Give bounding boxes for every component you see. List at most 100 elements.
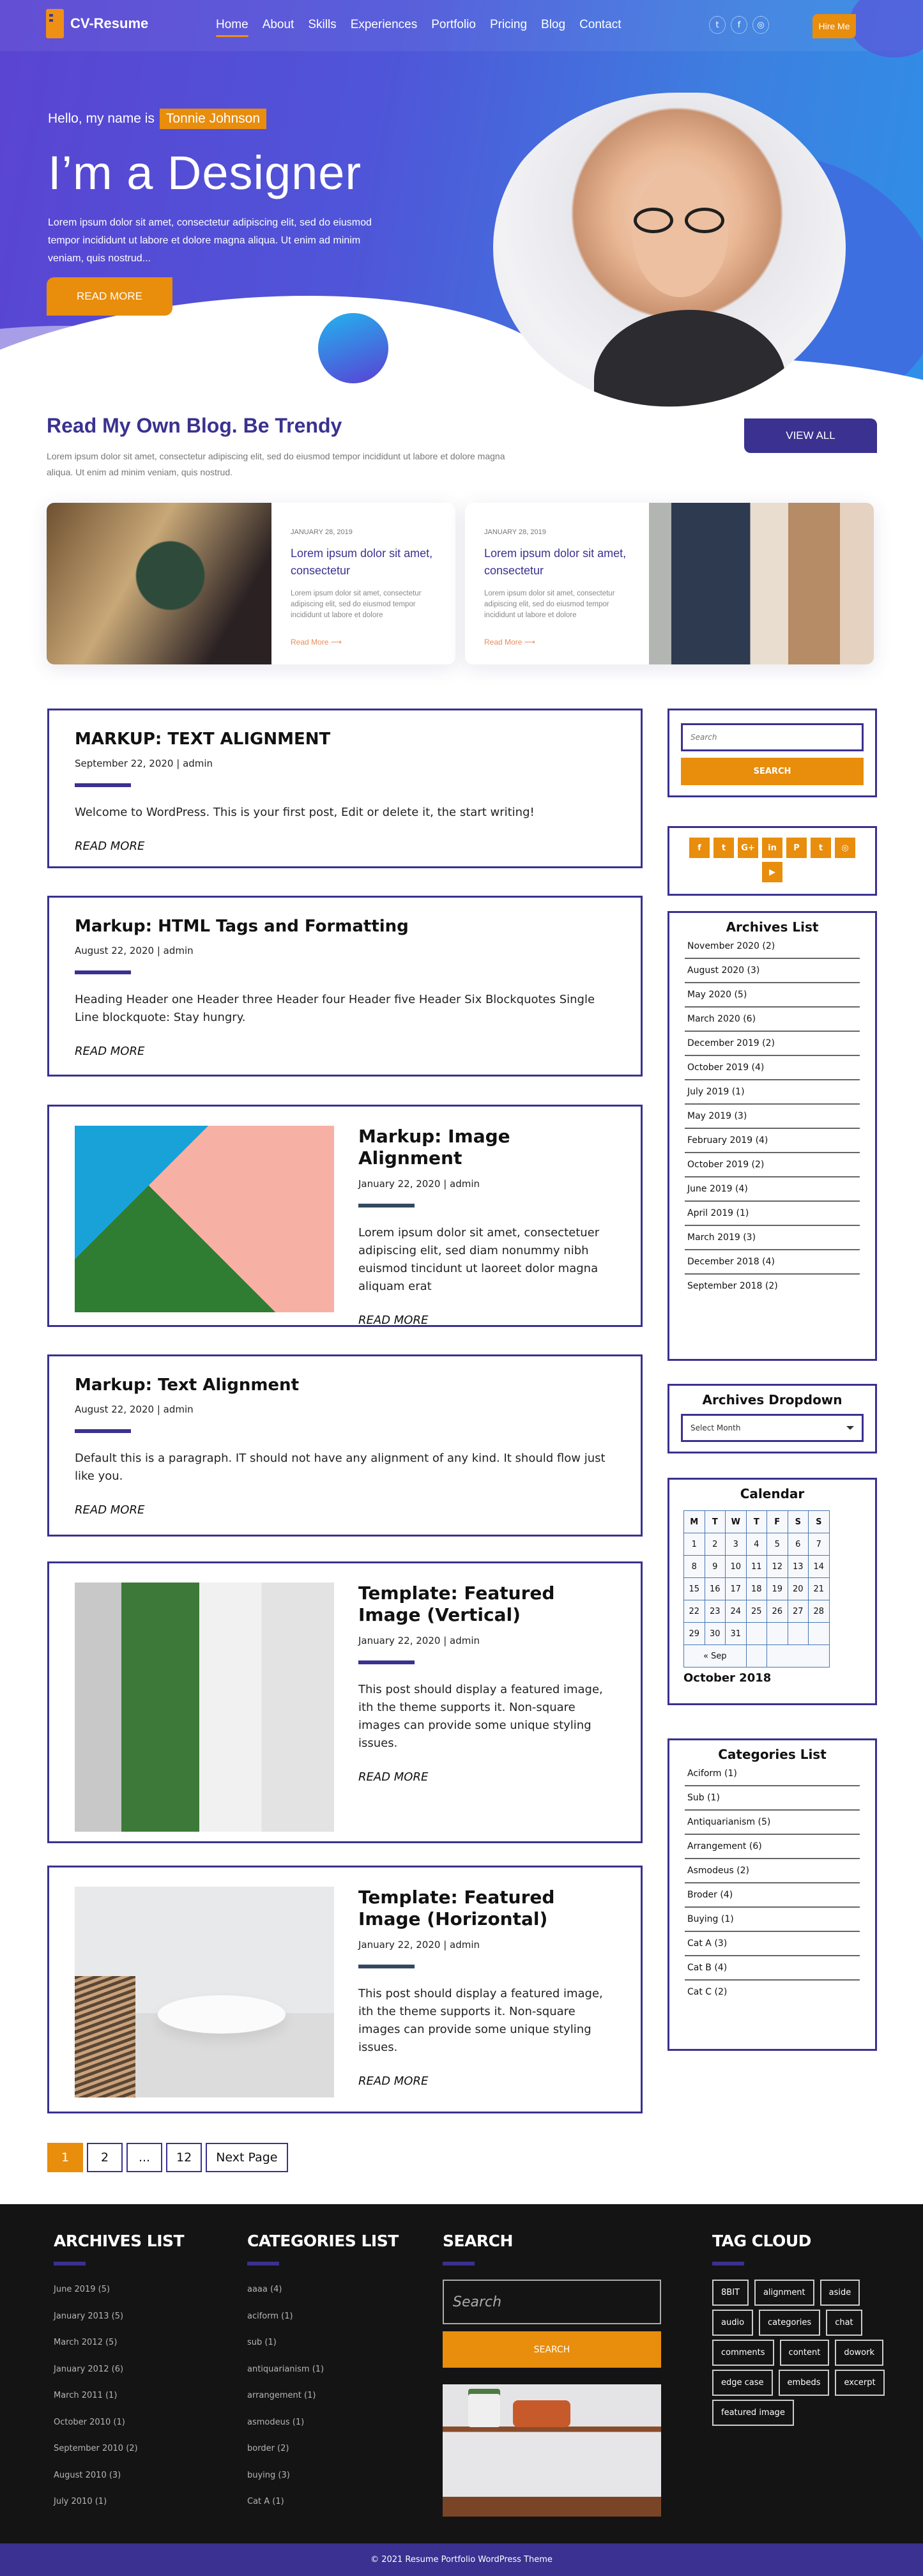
post-image-headphones[interactable]	[75, 1126, 334, 1312]
category-link[interactable]: Buying (1)	[685, 1908, 860, 1932]
category-link[interactable]: Sub (1)	[685, 1786, 860, 1811]
archive-link[interactable]: December 2019 (2)	[685, 1032, 860, 1056]
post-title[interactable]: Markup: HTML Tags and Formatting	[75, 917, 615, 936]
tag-link[interactable]: comments	[712, 2340, 774, 2366]
archive-link[interactable]: July 2019 (1)	[685, 1080, 860, 1105]
footer-category-link[interactable]: Cat A (1)	[247, 2497, 399, 2524]
archive-link[interactable]: March 2019 (3)	[685, 1226, 860, 1250]
google-plus-icon[interactable]: G+	[738, 838, 758, 858]
featured-post-image-computer[interactable]	[649, 503, 874, 664]
post-title[interactable]: Markup: Text Alignment	[75, 1376, 615, 1395]
nav-blog[interactable]: Blog	[541, 18, 565, 37]
archive-link[interactable]: April 2019 (1)	[685, 1202, 860, 1226]
footer-archive-link[interactable]: January 2013 (5)	[54, 2312, 184, 2338]
post-title[interactable]: Template: Featured Image (Horizontal)	[358, 1887, 615, 1930]
instagram-icon[interactable]: ◎	[835, 838, 855, 858]
instagram-icon[interactable]: ◎	[752, 16, 769, 34]
tag-link[interactable]: audio	[712, 2310, 754, 2336]
post-read-more-link[interactable]: READ MORE	[75, 1045, 144, 1058]
page-12-button[interactable]: 12	[166, 2143, 202, 2172]
archive-link[interactable]: October 2019 (2)	[685, 1153, 860, 1177]
footer-category-link[interactable]: buying (3)	[247, 2471, 399, 2497]
twitter-icon[interactable]: t	[709, 16, 726, 34]
footer-search-button[interactable]: SEARCH	[443, 2331, 661, 2368]
archive-link[interactable]: March 2020 (6)	[685, 1008, 860, 1032]
category-link[interactable]: Cat B (4)	[685, 1956, 860, 1981]
tumblr-icon[interactable]: t	[811, 838, 831, 858]
featured-read-more-link[interactable]: Read More ⟶	[484, 638, 535, 647]
nav-about[interactable]: About	[263, 18, 294, 37]
facebook-icon[interactable]: f	[731, 16, 747, 34]
hero-read-more-button[interactable]: READ MORE	[47, 277, 172, 316]
post-image-chair[interactable]	[75, 1887, 334, 2097]
hire-me-button[interactable]: Hire Me	[812, 14, 856, 38]
footer-category-link[interactable]: aaaa (4)	[247, 2285, 399, 2312]
featured-post-image-camera[interactable]	[47, 503, 271, 664]
footer-archive-link[interactable]: January 2012 (6)	[54, 2365, 184, 2391]
footer-archive-link[interactable]: March 2011 (1)	[54, 2391, 184, 2418]
archive-link[interactable]: June 2019 (4)	[685, 1177, 860, 1202]
post-image-office[interactable]	[75, 1583, 334, 1832]
category-link[interactable]: Cat A (3)	[685, 1932, 860, 1956]
nav-contact[interactable]: Contact	[579, 18, 621, 37]
view-all-button[interactable]: VIEW ALL	[744, 418, 877, 453]
footer-category-link[interactable]: aciform (1)	[247, 2312, 399, 2338]
archive-link[interactable]: October 2019 (4)	[685, 1056, 860, 1080]
category-link[interactable]: Broder (4)	[685, 1883, 860, 1908]
tag-link[interactable]: alignment	[754, 2280, 814, 2306]
category-link[interactable]: Arrangement (6)	[685, 1835, 860, 1859]
footer-archive-link[interactable]: October 2010 (1)	[54, 2418, 184, 2444]
month-select[interactable]: Select Month	[681, 1414, 864, 1442]
tag-link[interactable]: edge case	[712, 2370, 773, 2396]
tag-link[interactable]: content	[779, 2340, 830, 2366]
calendar-prev-month-link[interactable]: « Sep	[683, 1644, 747, 1667]
post-read-more-link[interactable]: READ MORE	[75, 1503, 144, 1517]
next-page-button[interactable]: Next Page	[206, 2143, 288, 2172]
footer-search-input[interactable]: Search	[443, 2280, 661, 2324]
footer-category-link[interactable]: sub (1)	[247, 2338, 399, 2365]
sidebar-search-button[interactable]: SEARCH	[681, 758, 864, 785]
post-read-more-link[interactable]: READ MORE	[75, 839, 144, 853]
archive-link[interactable]: November 2020 (2)	[685, 935, 860, 959]
facebook-icon[interactable]: f	[689, 838, 710, 858]
post-title[interactable]: MARKUP: TEXT ALIGNMENT	[75, 730, 615, 749]
featured-read-more-link[interactable]: Read More ⟶	[291, 638, 342, 647]
linkedin-icon[interactable]: in	[762, 838, 782, 858]
featured-post-title[interactable]: Lorem ipsum dolor sit amet, consectetur	[484, 545, 630, 579]
archive-link[interactable]: September 2018 (2)	[685, 1275, 860, 1298]
tag-link[interactable]: embeds	[778, 2370, 830, 2396]
footer-category-link[interactable]: arrangement (1)	[247, 2391, 399, 2418]
archive-link[interactable]: August 2020 (3)	[685, 959, 860, 983]
tag-link[interactable]: chat	[826, 2310, 862, 2336]
page-2-button[interactable]: 2	[87, 2143, 123, 2172]
nav-home[interactable]: Home	[216, 18, 248, 37]
tag-link[interactable]: featured image	[712, 2400, 794, 2426]
nav-pricing[interactable]: Pricing	[490, 18, 527, 37]
category-link[interactable]: Cat C (2)	[685, 1981, 860, 2004]
archive-link[interactable]: May 2020 (5)	[685, 983, 860, 1008]
archive-link[interactable]: February 2019 (4)	[685, 1129, 860, 1153]
category-link[interactable]: Aciform (1)	[685, 1762, 860, 1786]
pinterest-icon[interactable]: P	[786, 838, 807, 858]
post-read-more-link[interactable]: READ MORE	[358, 1314, 428, 1327]
twitter-icon[interactable]: t	[713, 838, 734, 858]
category-link[interactable]: Asmodeus (2)	[685, 1859, 860, 1883]
category-link[interactable]: Antiquarianism (5)	[685, 1811, 860, 1835]
footer-archive-link[interactable]: July 2010 (1)	[54, 2497, 184, 2524]
post-read-more-link[interactable]: READ MORE	[358, 2074, 428, 2088]
tag-link[interactable]: aside	[820, 2280, 860, 2306]
featured-post-title[interactable]: Lorem ipsum dolor sit amet, consectetur	[291, 545, 436, 579]
archive-link[interactable]: May 2019 (3)	[685, 1105, 860, 1129]
nav-experiences[interactable]: Experiences	[351, 18, 418, 37]
post-read-more-link[interactable]: READ MORE	[358, 1770, 428, 1784]
post-title[interactable]: Markup: Image Alignment	[358, 1126, 615, 1169]
tag-link[interactable]: dowork	[835, 2340, 883, 2366]
footer-archive-link[interactable]: August 2010 (3)	[54, 2471, 184, 2497]
site-logo[interactable]: CV-Resume	[46, 9, 148, 38]
footer-category-link[interactable]: border (2)	[247, 2444, 399, 2471]
footer-archive-link[interactable]: March 2012 (5)	[54, 2338, 184, 2365]
footer-category-link[interactable]: asmodeus (1)	[247, 2418, 399, 2444]
nav-portfolio[interactable]: Portfolio	[431, 18, 476, 37]
footer-archive-link[interactable]: September 2010 (2)	[54, 2444, 184, 2471]
youtube-icon[interactable]: ▶	[762, 862, 782, 882]
